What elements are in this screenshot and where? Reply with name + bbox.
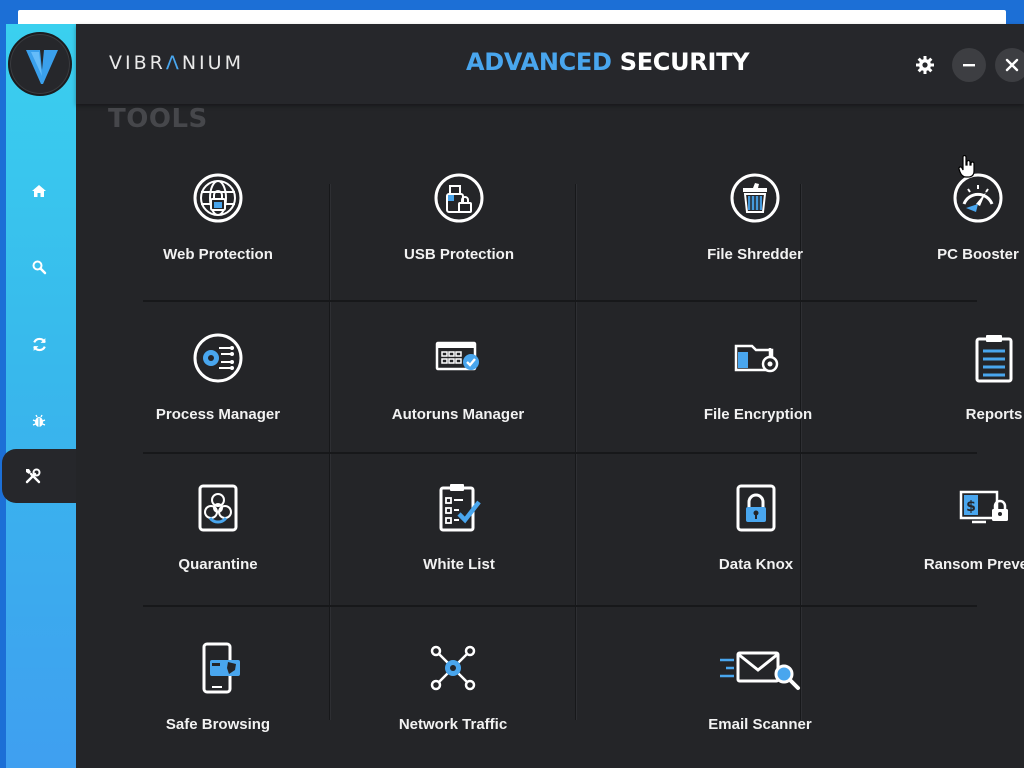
- tool-label: Autoruns Manager: [391, 406, 525, 423]
- tool-label: PC Booster: [937, 246, 1019, 263]
- tool-web-protection[interactable]: Web Protection: [145, 172, 291, 263]
- tool-label: File Shredder: [707, 246, 803, 263]
- padlock-icon: [736, 484, 776, 532]
- tool-data-knox[interactable]: Data Knox: [688, 482, 824, 573]
- brand-name-mark: Λ: [165, 52, 182, 74]
- grid-divider: [143, 452, 977, 454]
- brand-name: VIBRΛNIUM: [109, 52, 244, 74]
- grid-divider: [143, 605, 977, 607]
- close-button[interactable]: [995, 48, 1024, 82]
- minimize-icon: [963, 64, 975, 67]
- tool-quarantine[interactable]: Quarantine: [145, 482, 291, 573]
- usb-lock-icon: [434, 173, 484, 223]
- tool-label: Email Scanner: [708, 716, 812, 733]
- tool-pc-booster[interactable]: PC Booster: [905, 172, 1024, 263]
- clipboard-icon: [975, 335, 1013, 383]
- search-icon: [32, 260, 47, 275]
- tool-label: White List: [423, 556, 495, 573]
- tool-usb-protection[interactable]: USB Protection: [385, 172, 533, 263]
- tool-label: USB Protection: [403, 246, 514, 263]
- settings-button[interactable]: [908, 48, 942, 82]
- tool-file-encryption[interactable]: File Encryption: [683, 332, 833, 423]
- speedometer-icon: [953, 173, 1003, 223]
- checklist-icon: [439, 484, 481, 532]
- tool-label: Web Protection: [163, 246, 273, 263]
- nav-tools[interactable]: [18, 461, 48, 491]
- svg-text:$: $: [966, 499, 976, 515]
- tools-icon: [25, 468, 41, 484]
- brand-name-part2: NIUM: [181, 52, 244, 74]
- home-icon: [32, 185, 46, 197]
- phone-shield-icon: [202, 642, 240, 694]
- nav-home[interactable]: [24, 176, 54, 206]
- bug-icon: [32, 414, 46, 427]
- background-window: [18, 10, 1006, 24]
- tool-label: Reports: [965, 406, 1023, 423]
- tool-process-manager[interactable]: Process Manager: [145, 332, 291, 423]
- vibranium-logo-icon: [26, 50, 58, 84]
- nav-search[interactable]: [24, 252, 54, 282]
- tool-label: Ransom Prevent: [923, 556, 1024, 573]
- nav-scan[interactable]: [24, 406, 54, 436]
- ransom-lock-icon: $: [959, 490, 1008, 524]
- autoruns-icon: [435, 341, 479, 371]
- process-gear-icon: [193, 333, 243, 383]
- gear-icon: [916, 56, 934, 74]
- mouse-pointer-icon: [958, 155, 975, 178]
- nav-tools-active[interactable]: [2, 449, 76, 503]
- tool-label: Network Traffic: [398, 716, 508, 733]
- tool-label: Safe Browsing: [165, 716, 271, 733]
- tool-reports[interactable]: Reports: [931, 332, 1024, 423]
- tool-email-scanner[interactable]: Email Scanner: [681, 642, 839, 733]
- close-icon: [1005, 58, 1019, 72]
- folder-key-icon: [734, 344, 779, 373]
- sidebar: [6, 24, 76, 768]
- tool-network-traffic[interactable]: Network Traffic: [375, 642, 531, 733]
- tool-file-shredder[interactable]: File Shredder: [678, 172, 832, 263]
- tool-label: Quarantine: [178, 556, 258, 573]
- tool-ransom-prevent[interactable]: $ Ransom Prevent: [910, 482, 1024, 573]
- app-header: VIBRΛNIUM ADVANCED SECURITY: [76, 24, 1024, 104]
- tool-white-list[interactable]: White List: [385, 482, 533, 573]
- tool-safe-browsing[interactable]: Safe Browsing: [145, 642, 291, 733]
- nav-update[interactable]: [24, 329, 54, 359]
- minimize-button[interactable]: [952, 48, 986, 82]
- shredder-icon: [730, 173, 780, 223]
- app-title-part1: ADVANCED: [466, 48, 612, 76]
- section-title: TOOLS: [108, 104, 208, 134]
- refresh-icon: [32, 337, 46, 351]
- main-panel: VIBRΛNIUM ADVANCED SECURITY TOOLS Web Pr…: [76, 24, 1024, 768]
- biohazard-icon: [198, 484, 238, 532]
- tools-grid: Web Protection USB Protection File Shred…: [143, 173, 1024, 744]
- brand-name-part1: VIBR: [109, 52, 166, 74]
- app-title-part2: SECURITY: [619, 48, 750, 76]
- tool-autoruns-manager[interactable]: Autoruns Manager: [378, 332, 538, 423]
- app-logo: [8, 32, 72, 96]
- network-nodes-icon: [430, 645, 476, 691]
- email-search-icon: [720, 651, 800, 690]
- tool-label: Data Knox: [718, 556, 794, 573]
- app-title: ADVANCED SECURITY: [466, 48, 750, 76]
- grid-divider: [143, 300, 977, 302]
- globe-lock-icon: [193, 173, 243, 223]
- tool-label: Process Manager: [155, 406, 281, 423]
- tool-label: File Encryption: [703, 406, 813, 423]
